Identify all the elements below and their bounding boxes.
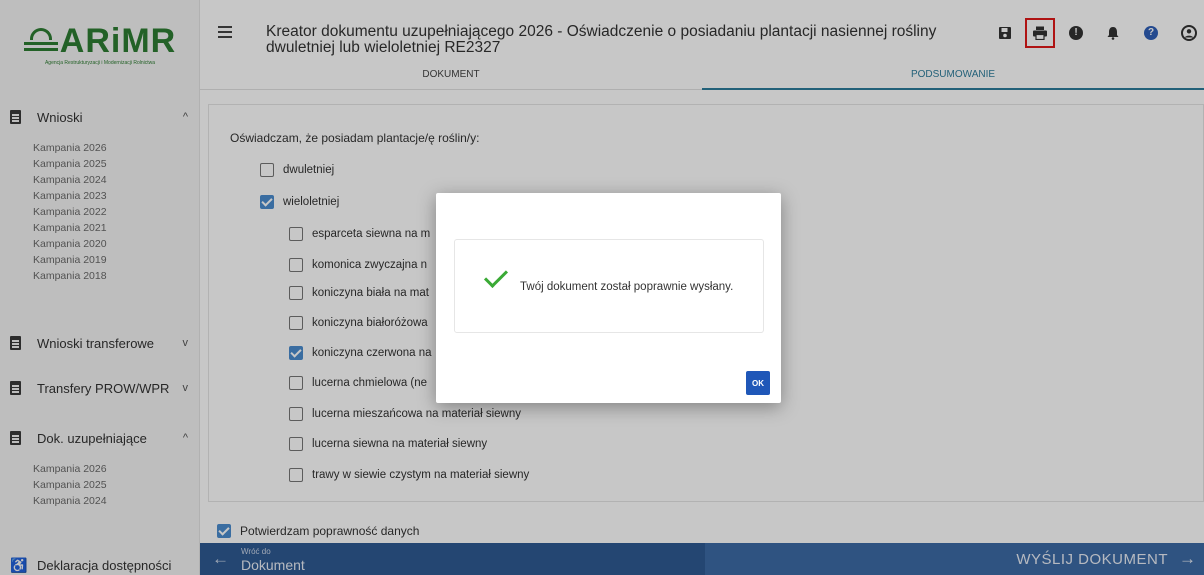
ok-button[interactable]: OK xyxy=(746,371,770,395)
success-dialog: Twój dokument został poprawnie wysłany. … xyxy=(436,193,781,403)
dialog-message-box: Twój dokument został poprawnie wysłany. xyxy=(454,239,764,333)
checkmark-icon xyxy=(483,263,509,289)
dialog-message: Twój dokument został poprawnie wysłany. xyxy=(520,281,734,293)
